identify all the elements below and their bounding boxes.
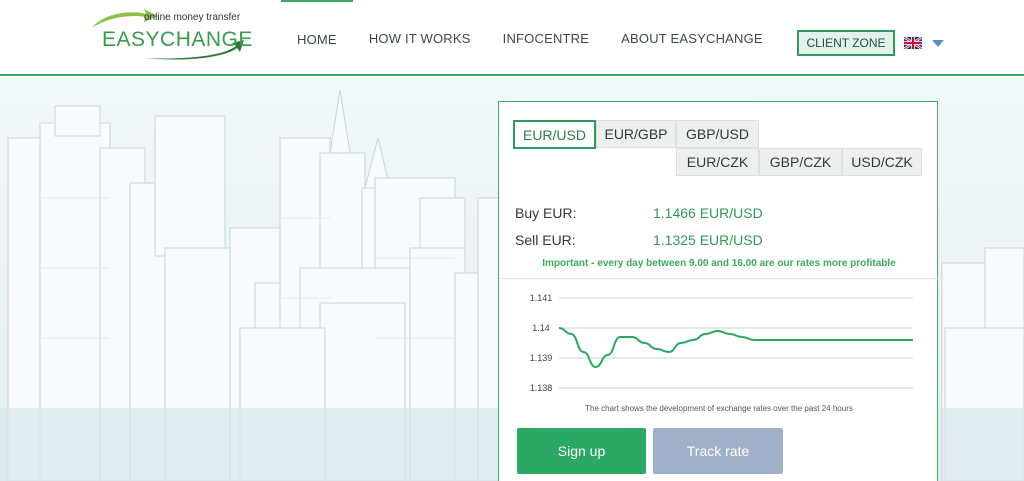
chart-series-line <box>558 327 913 369</box>
logo-tagline: online money transfer <box>144 12 241 23</box>
chart-y-tick-label: 1.139 <box>530 353 553 363</box>
logo-word-right: CHANGE <box>160 28 253 51</box>
buy-label: Buy EUR: <box>515 205 577 221</box>
chevron-down-icon[interactable] <box>932 40 944 47</box>
sign-up-button[interactable]: Sign up <box>517 428 646 474</box>
site-header: online money transfer EASYCHANGE HOME HO… <box>0 0 1024 76</box>
easychange-logo[interactable]: online money transfer EASYCHANGE <box>84 6 252 62</box>
nav-infocentre[interactable]: INFOCENTRE <box>487 0 606 76</box>
main-nav: HOME HOW IT WORKS INFOCENTRE ABOUT EASYC… <box>281 0 779 76</box>
nav-home[interactable]: HOME <box>281 0 353 76</box>
logo-word-left: EASY <box>102 28 161 51</box>
nav-how-it-works[interactable]: HOW IT WORKS <box>353 0 487 76</box>
nav-about[interactable]: ABOUT EASYCHANGE <box>605 0 779 76</box>
exchange-rate-widget: EUR/USD EUR/GBP GBP/USD EUR/CZK GBP/CZK … <box>498 101 939 481</box>
client-zone-button[interactable]: CLIENT ZONE <box>797 30 895 56</box>
sell-label: Sell EUR: <box>515 232 576 248</box>
track-rate-button[interactable]: Track rate <box>653 428 783 474</box>
divider <box>499 278 939 279</box>
sell-rate-value: 1.1325 EUR/USD <box>653 232 763 248</box>
logo-wordmark: EASYCHANGE <box>102 28 253 52</box>
important-notice: Important - every day between 9.00 and 1… <box>542 258 896 269</box>
buy-rate-value: 1.1466 EUR/USD <box>653 205 763 221</box>
exchange-rate-chart: 1.141 1.14 1.139 1.138 <box>530 293 913 393</box>
chart-y-tick-label: 1.141 <box>530 293 553 303</box>
tab-gbp-usd[interactable]: GBP/USD <box>676 120 759 148</box>
chart-y-tick-label: 1.14 <box>532 323 550 333</box>
chart-caption: The chart shows the development of excha… <box>585 404 853 413</box>
uk-flag-icon[interactable] <box>904 37 922 49</box>
tab-eur-usd[interactable]: EUR/USD <box>513 120 596 149</box>
tab-usd-czk[interactable]: USD/CZK <box>842 148 922 176</box>
tab-eur-czk[interactable]: EUR/CZK <box>676 148 759 176</box>
tab-eur-gbp[interactable]: EUR/GBP <box>596 120 676 148</box>
chart-y-tick-label: 1.138 <box>530 383 553 393</box>
tab-gbp-czk[interactable]: GBP/CZK <box>759 148 842 176</box>
